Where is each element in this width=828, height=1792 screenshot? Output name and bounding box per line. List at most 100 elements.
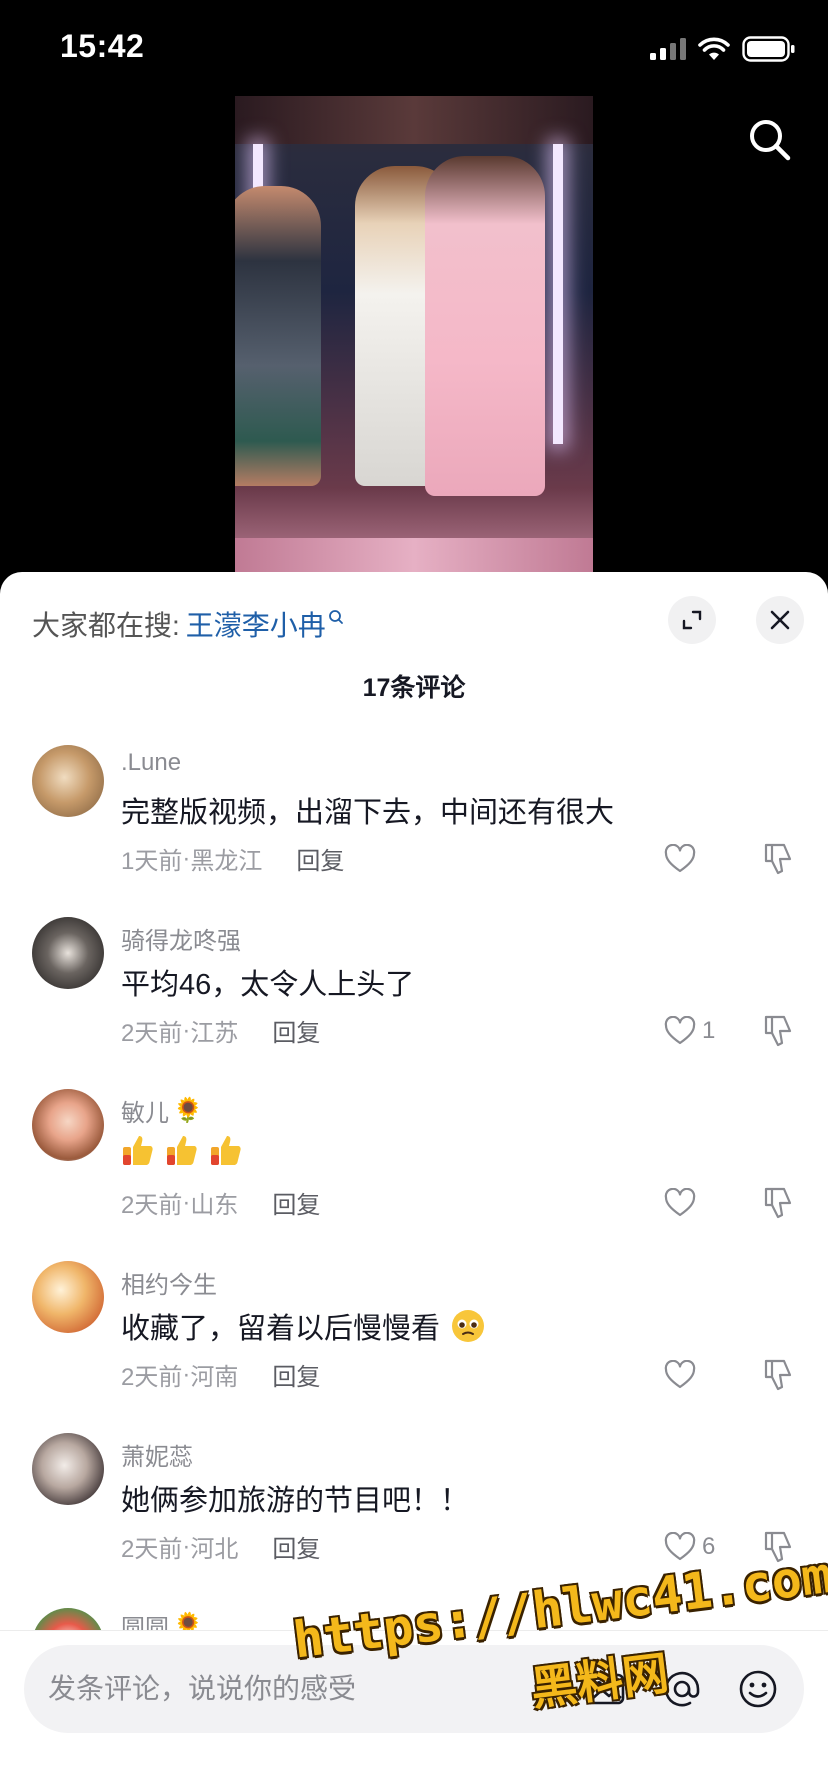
heart-icon <box>664 1016 696 1045</box>
comment-time: 1天前 <box>121 848 183 875</box>
comment-time: 2天前 <box>121 1192 183 1219</box>
comment-item: 相约今生 收藏了，留着以后慢慢看 2天前 · 河南 回复 <box>0 1261 828 1433</box>
username-text: 敏儿 <box>121 1100 169 1127</box>
expand-icon <box>682 610 702 630</box>
comment-meta: 1天前 · 黑龙江 回复 <box>121 841 344 876</box>
like-button[interactable]: 1 <box>664 1013 715 1049</box>
stage-backdrop <box>235 96 593 144</box>
comment-input-bar <box>0 1630 828 1792</box>
comment-text[interactable]: 收藏了，留着以后慢慢看 <box>121 1305 486 1347</box>
video-person-left <box>235 186 321 486</box>
comment-text-body: 收藏了，留着以后慢慢看 <box>121 1313 441 1345</box>
status-icons <box>650 36 796 62</box>
comment-time: 2天前 <box>121 1020 183 1047</box>
comment-location: 江苏 <box>190 1020 239 1047</box>
image-icon[interactable] <box>584 1667 628 1711</box>
comment-time: 2天前 <box>121 1536 183 1563</box>
emoji-icon[interactable] <box>736 1667 780 1711</box>
like-button[interactable] <box>664 841 702 877</box>
heart-icon <box>664 1188 696 1217</box>
like-button[interactable]: 6 <box>664 1529 715 1565</box>
heart-icon <box>664 1532 696 1561</box>
video-person-right <box>425 156 545 496</box>
video-player[interactable] <box>0 96 828 586</box>
meta-separator: · <box>182 844 191 872</box>
avatar[interactable] <box>32 917 104 989</box>
meta-separator: · <box>182 1532 191 1560</box>
reply-button[interactable]: 回复 <box>272 1529 320 1564</box>
dislike-icon[interactable] <box>760 1013 796 1049</box>
comment-item: 骑得龙咚强 平均46，太令人上头了 2天前 · 江苏 回复 1 <box>0 917 828 1089</box>
comment-meta: 2天前 · 河南 回复 <box>121 1357 320 1392</box>
comment-meta: 2天前 · 山东 回复 <box>121 1185 320 1220</box>
comment-time: 2天前 <box>121 1364 183 1391</box>
search-icon[interactable] <box>746 116 794 164</box>
avatar[interactable] <box>32 1433 104 1505</box>
comment-item: 敏儿 🌻 2天前 · 山东 回复 <box>0 1089 828 1261</box>
dislike-icon[interactable] <box>760 841 796 877</box>
comment-location: 河北 <box>190 1536 239 1563</box>
reply-button[interactable]: 回复 <box>272 1357 320 1392</box>
comment-meta: 2天前 · 河北 回复 <box>121 1529 320 1564</box>
expand-button[interactable] <box>668 596 716 644</box>
wifi-icon <box>698 37 730 60</box>
like-button[interactable] <box>664 1357 702 1393</box>
thumbs-up-emoji <box>123 1136 153 1165</box>
suggestion-prefix: 大家都在搜: <box>32 610 180 641</box>
comment-location: 山东 <box>190 1192 239 1219</box>
reply-button[interactable]: 回复 <box>272 1185 320 1220</box>
reply-button[interactable]: 回复 <box>272 1013 320 1048</box>
comment-text[interactable]: 完整版视频，出溜下去，中间还有很大 <box>121 789 614 831</box>
avatar[interactable] <box>32 745 104 817</box>
thumbs-up-emoji <box>211 1136 241 1165</box>
comment-input-box[interactable] <box>24 1645 804 1733</box>
comment-username[interactable]: 相约今生 <box>121 1265 217 1300</box>
comment-text[interactable] <box>121 1133 243 1167</box>
dislike-icon[interactable] <box>760 1185 796 1221</box>
comment-username[interactable]: .Lune <box>121 749 181 777</box>
heart-icon <box>664 844 696 873</box>
like-count: 6 <box>702 1533 716 1560</box>
comment-input[interactable] <box>48 1645 588 1733</box>
comment-location: 黑龙江 <box>190 848 263 875</box>
username-text: 骑得龙咚强 <box>121 928 241 955</box>
comment-location: 河南 <box>190 1364 239 1391</box>
pleading-face-emoji <box>452 1310 485 1342</box>
suggestion-term-link[interactable]: 王濛李小冉 <box>186 604 326 644</box>
status-bar: 15:42 <box>0 0 828 96</box>
signal-icon <box>650 38 686 60</box>
comment-text[interactable]: 她俩参加旅游的节目吧！！ <box>121 1477 469 1519</box>
username-text: .Lune <box>121 749 182 776</box>
comment-meta: 2天前 · 江苏 回复 <box>121 1013 320 1048</box>
at-icon[interactable] <box>660 1667 704 1711</box>
dislike-icon[interactable] <box>760 1529 796 1565</box>
meta-separator: · <box>182 1188 191 1216</box>
dislike-icon[interactable] <box>760 1357 796 1393</box>
close-icon <box>770 610 790 630</box>
status-time: 15:42 <box>60 28 145 64</box>
comment-username[interactable]: 敏儿 🌻 <box>121 1093 203 1128</box>
comment-text[interactable]: 平均46，太令人上头了 <box>121 961 414 1003</box>
search-suggestion[interactable]: 大家都在搜: 王濛李小冉 <box>32 602 344 646</box>
comment-count: 17条评论 <box>362 674 466 702</box>
comment-item: 萧妮蕊 她俩参加旅游的节目吧！！ 2天前 · 河北 回复 6 <box>0 1433 828 1605</box>
small-search-icon <box>328 609 344 639</box>
username-text: 相约今生 <box>121 1272 217 1299</box>
stage-light <box>553 144 563 444</box>
comment-username[interactable]: 萧妮蕊 <box>121 1437 193 1472</box>
avatar[interactable] <box>32 1261 104 1333</box>
close-button[interactable] <box>756 596 804 644</box>
heart-icon <box>664 1360 696 1389</box>
avatar[interactable] <box>32 1089 104 1161</box>
reply-button[interactable]: 回复 <box>296 841 344 876</box>
username-text: 萧妮蕊 <box>121 1444 193 1471</box>
sunflower-emoji: 🌻 <box>173 1097 203 1124</box>
thumbs-up-emoji <box>167 1136 197 1165</box>
video-frame[interactable] <box>235 96 593 586</box>
meta-separator: · <box>182 1016 191 1044</box>
meta-separator: · <box>182 1360 191 1388</box>
comment-item: .Lune 完整版视频，出溜下去，中间还有很大 1天前 · 黑龙江 回复 <box>0 745 828 917</box>
comment-username[interactable]: 骑得龙咚强 <box>121 921 241 956</box>
like-count: 1 <box>702 1017 716 1044</box>
like-button[interactable] <box>664 1185 702 1221</box>
